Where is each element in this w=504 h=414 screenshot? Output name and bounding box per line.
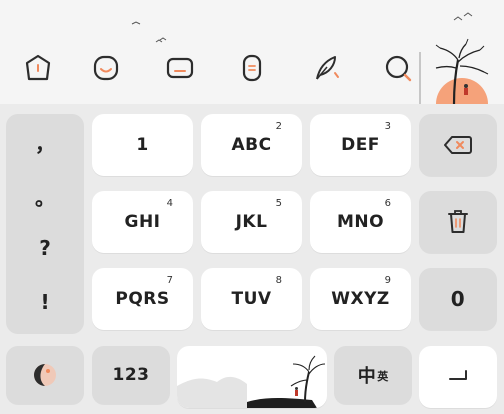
chinese-english-toggle-key[interactable]: 中英 — [334, 346, 412, 404]
enter-key[interactable] — [419, 346, 497, 408]
key-9-wxyz[interactable]: WXYZ 9 — [310, 268, 411, 330]
clipboard-icon[interactable] — [160, 48, 200, 88]
search-icon[interactable] — [378, 48, 418, 88]
key-number: 6 — [384, 198, 391, 209]
theme-palette-icon — [34, 364, 56, 386]
t9-keyboard: ， 。 ? ! 1 ABC 2 DEF 3 GHI 4 JKL 5 MNO 6 — [0, 104, 504, 414]
clear-key[interactable] — [419, 191, 497, 253]
key-label: 0 — [450, 287, 466, 311]
key-8-tuv[interactable]: TUV 8 — [201, 268, 302, 330]
punct-period-key[interactable]: 。 — [6, 182, 84, 211]
key-label: GHI — [124, 212, 161, 232]
handwriting-feather-icon[interactable] — [306, 48, 346, 88]
key-number: 4 — [166, 198, 173, 209]
key-number: 5 — [275, 198, 282, 209]
key-label: ABC — [231, 135, 272, 155]
punct-question-key[interactable]: ? — [6, 236, 84, 260]
landscape-decoration — [177, 355, 326, 408]
key-label: DEF — [341, 135, 380, 155]
backspace-key[interactable] — [419, 114, 497, 176]
lang-sub-label: 英 — [377, 370, 389, 383]
enter-icon — [449, 370, 467, 380]
key-7-pqrs[interactable]: PQRS 7 — [92, 268, 193, 330]
lang-main-label: 中 — [357, 366, 377, 387]
key-0[interactable]: 0 — [419, 268, 497, 330]
numbers-key[interactable]: 123 — [92, 346, 170, 404]
trash-icon — [448, 210, 468, 233]
key-number: 2 — [275, 121, 282, 132]
key-label: PQRS — [115, 289, 170, 309]
skin-theme-key[interactable] — [6, 346, 84, 404]
punct-comma-key[interactable]: ， — [6, 128, 84, 157]
key-4-ghi[interactable]: GHI 4 — [92, 191, 193, 253]
key-2-abc[interactable]: ABC 2 — [201, 114, 302, 176]
key-label: WXYZ — [331, 289, 390, 309]
phrase-icon[interactable] — [232, 48, 272, 88]
punctuation-column[interactable]: ， 。 ? ! — [6, 114, 84, 334]
key-label: 1 — [136, 135, 149, 155]
key-5-jkl[interactable]: JKL 5 — [201, 191, 302, 253]
key-label: TUV — [231, 289, 272, 309]
key-number: 8 — [275, 275, 282, 286]
candidate-toolbar — [0, 0, 504, 104]
key-3-def[interactable]: DEF 3 — [310, 114, 411, 176]
key-label: MNO — [336, 212, 385, 232]
space-key[interactable] — [177, 346, 327, 408]
key-number: 3 — [384, 121, 391, 132]
key-6-mno[interactable]: MNO 6 — [310, 191, 411, 253]
key-number: 9 — [384, 275, 391, 286]
backspace-icon — [444, 136, 472, 154]
punct-exclamation-key[interactable]: ! — [6, 290, 84, 314]
key-label: 123 — [112, 365, 150, 385]
key-number: 7 — [166, 275, 173, 286]
key-1[interactable]: 1 — [92, 114, 193, 176]
keyboard-mode-icon[interactable] — [18, 48, 58, 88]
emoji-icon[interactable] — [86, 48, 126, 88]
key-label: JKL — [235, 212, 268, 232]
sunset-tree-decoration — [419, 38, 489, 104]
